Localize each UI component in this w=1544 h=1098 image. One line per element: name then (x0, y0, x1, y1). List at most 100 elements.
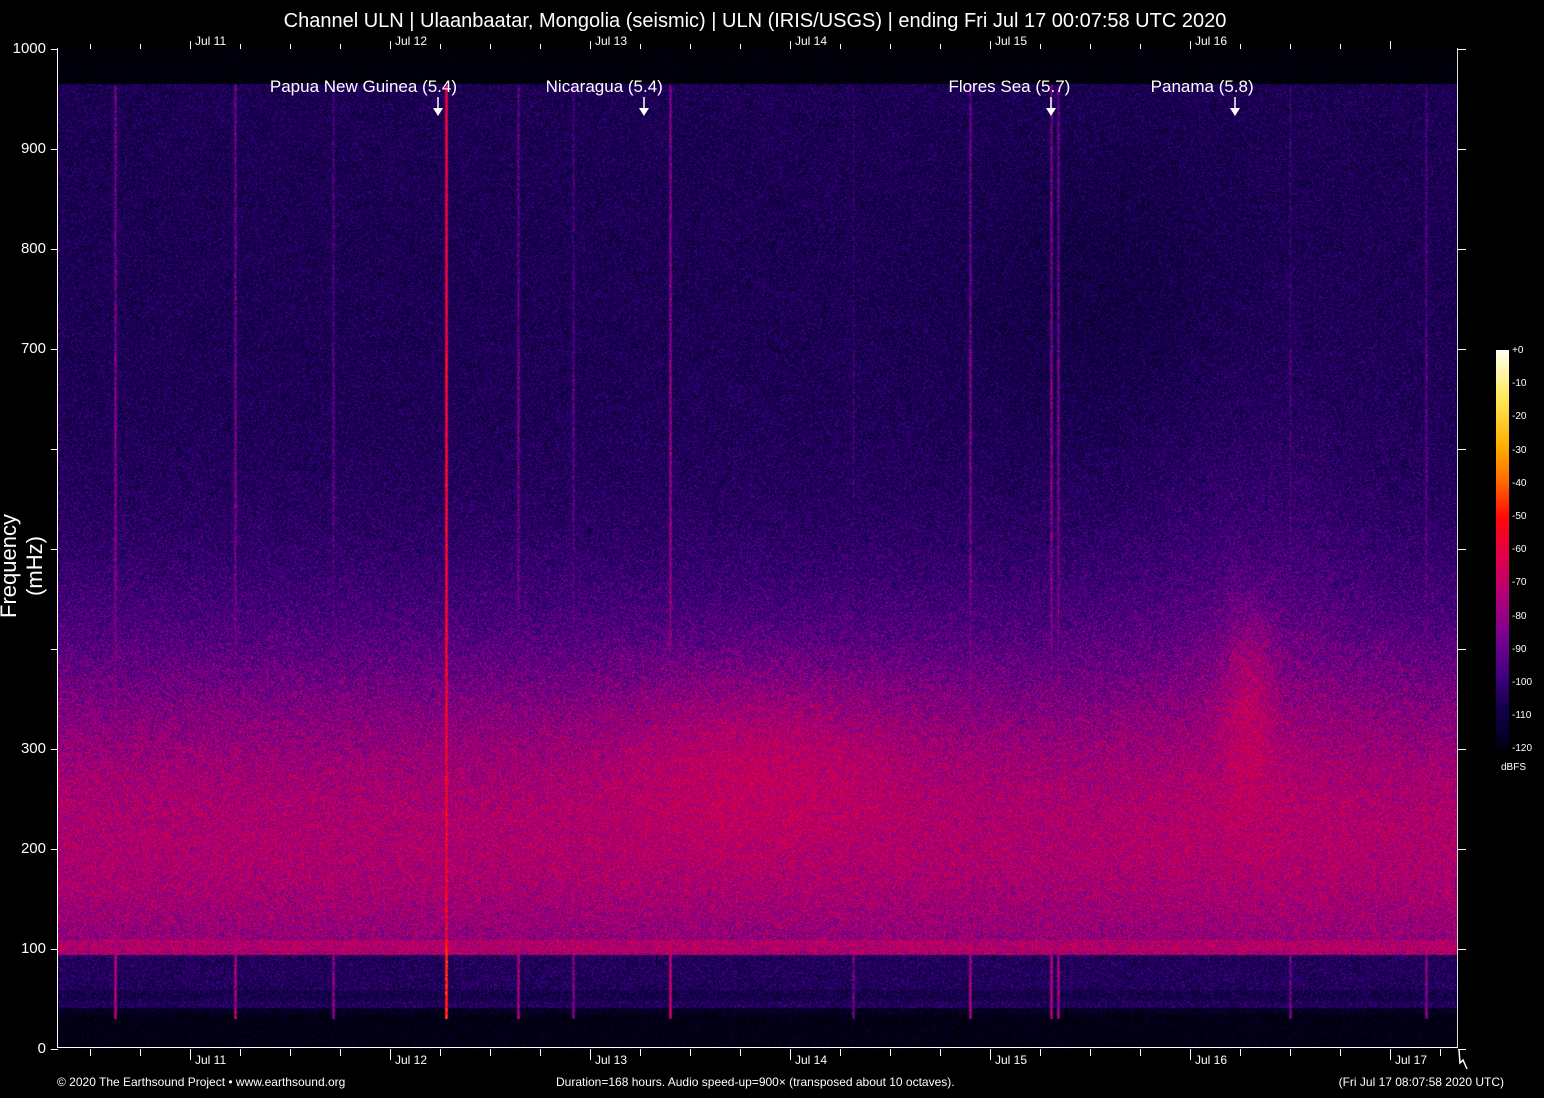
x-tick-top (440, 44, 441, 49)
x-tick-top (1390, 41, 1391, 49)
x-tick-bottom (240, 1049, 241, 1056)
colorbar-tick-label: -50 (1512, 511, 1527, 522)
y-tick-left (51, 349, 58, 350)
x-tick-label-bottom: Jul 16 (1195, 1053, 1228, 1067)
x-tick-label-top: Jul 11 (195, 34, 227, 48)
colorbar-tick-label: -60 (1512, 544, 1527, 556)
x-tick-bottom (1340, 1049, 1341, 1056)
x-tick-label-bottom: Jul 15 (995, 1053, 1028, 1067)
x-tick-top (540, 44, 541, 49)
plot-frame (57, 48, 1458, 1048)
y-tick-left (51, 649, 58, 650)
y-tick-label: 0 (37, 1040, 46, 1057)
event-label: Papua New Guinea (5.4) (269, 77, 457, 96)
x-tick-top (1340, 44, 1341, 49)
x-tick-top (290, 44, 291, 49)
y-tick-left (51, 49, 58, 50)
x-tick-top (640, 44, 641, 49)
x-tick-top (90, 44, 91, 49)
x-tick-label-bottom: Jul 13 (595, 1053, 628, 1067)
x-tick-top (990, 41, 991, 49)
x-tick-bottom (1290, 1049, 1291, 1056)
down-arrow-icon (433, 97, 443, 117)
x-tick-top (1190, 41, 1191, 49)
x-tick-bottom (490, 1049, 491, 1056)
x-tick-top (490, 44, 491, 49)
cursor-arrow-icon (1458, 1049, 1468, 1070)
y-tick-left (51, 1049, 58, 1050)
x-tick-top (190, 41, 191, 49)
y-tick-left (51, 949, 58, 950)
x-tick-label-bottom: Jul 12 (395, 1053, 428, 1067)
x-tick-top (1040, 44, 1041, 49)
event-label: Panama (5.8) (1150, 77, 1254, 96)
x-tick-bottom (790, 1049, 791, 1060)
y-tick-label: 700 (20, 340, 46, 357)
y-tick-left (51, 149, 58, 150)
x-tick-bottom (190, 1049, 191, 1060)
footer-copyright: © 2020 The Earthsound Project • www.eart… (57, 1075, 346, 1089)
x-tick-top (1240, 44, 1241, 49)
colorbar-tick-label: -40 (1512, 477, 1527, 489)
y-tick-right (1458, 749, 1466, 750)
y-tick-right (1458, 449, 1466, 450)
y-tick-right (1458, 949, 1466, 950)
x-tick-label-top: Jul 16 (1195, 34, 1228, 48)
x-tick-bottom (890, 1049, 891, 1056)
x-tick-bottom (90, 1049, 91, 1056)
down-arrow-icon (638, 97, 649, 117)
x-tick-top (890, 44, 891, 49)
y-tick-left (51, 249, 58, 250)
x-tick-bottom (990, 1049, 991, 1060)
y-tick-left (51, 449, 58, 450)
y-tick-label: 900 (20, 140, 46, 157)
x-tick-top (590, 41, 591, 49)
down-arrow-icon (1046, 97, 1057, 117)
x-tick-bottom (840, 1049, 841, 1056)
colorbar-tick-label: -30 (1512, 444, 1527, 456)
x-tick-label-top: Jul 12 (395, 34, 428, 48)
x-tick-top (740, 44, 741, 49)
y-tick-label: 200 (20, 840, 46, 857)
x-tick-top (340, 44, 341, 49)
x-tick-top (1140, 44, 1141, 49)
x-tick-bottom (1390, 1049, 1391, 1060)
x-tick-bottom (440, 1049, 441, 1056)
x-tick-bottom (590, 1049, 591, 1060)
colorbar-tick-label: -110 (1512, 710, 1532, 722)
y-tick-right (1458, 549, 1466, 550)
y-tick-left (51, 749, 58, 750)
y-tick-label: 100 (20, 940, 46, 957)
y-tick-right (1458, 149, 1466, 150)
x-tick-bottom (390, 1049, 391, 1060)
x-tick-bottom (1190, 1049, 1191, 1060)
x-tick-label-top: Jul 13 (595, 34, 628, 48)
x-tick-label-bottom: Jul 11 (195, 1053, 227, 1067)
x-tick-bottom (690, 1049, 691, 1056)
y-tick-left (51, 549, 58, 550)
x-tick-top (940, 44, 941, 49)
x-tick-top (790, 41, 791, 49)
x-tick-bottom (1440, 1049, 1441, 1056)
x-tick-label-bottom: Jul 17 (1395, 1053, 1428, 1067)
y-tick-right (1458, 49, 1466, 50)
colorbar-tick-label: -70 (1512, 577, 1527, 589)
x-tick-bottom (740, 1049, 741, 1056)
x-tick-top (1290, 44, 1291, 49)
colorbar-tick-label: -20 (1512, 411, 1527, 423)
colorbar-tick-label: -90 (1512, 643, 1527, 655)
x-tick-bottom (1040, 1049, 1041, 1056)
footer-info: Duration=168 hours. Audio speed-up=900× … (556, 1075, 955, 1089)
y-tick-right (1458, 849, 1466, 850)
x-tick-top (240, 44, 241, 49)
colorbar-tick-label: -120 (1512, 743, 1533, 755)
colorbar-tick-label: +0 (1512, 345, 1524, 356)
x-tick-label-bottom: Jul 14 (795, 1053, 828, 1067)
x-tick-bottom (640, 1049, 641, 1056)
event-label: Flores Sea (5.7) (948, 77, 1071, 96)
x-tick-top (840, 44, 841, 49)
x-tick-label-top: Jul 15 (995, 34, 1028, 48)
x-tick-bottom (1090, 1049, 1091, 1056)
colorbar (1496, 350, 1509, 748)
footer-timestamp: (Fri Jul 17 08:07:58 2020 UTC) (1338, 1075, 1504, 1089)
